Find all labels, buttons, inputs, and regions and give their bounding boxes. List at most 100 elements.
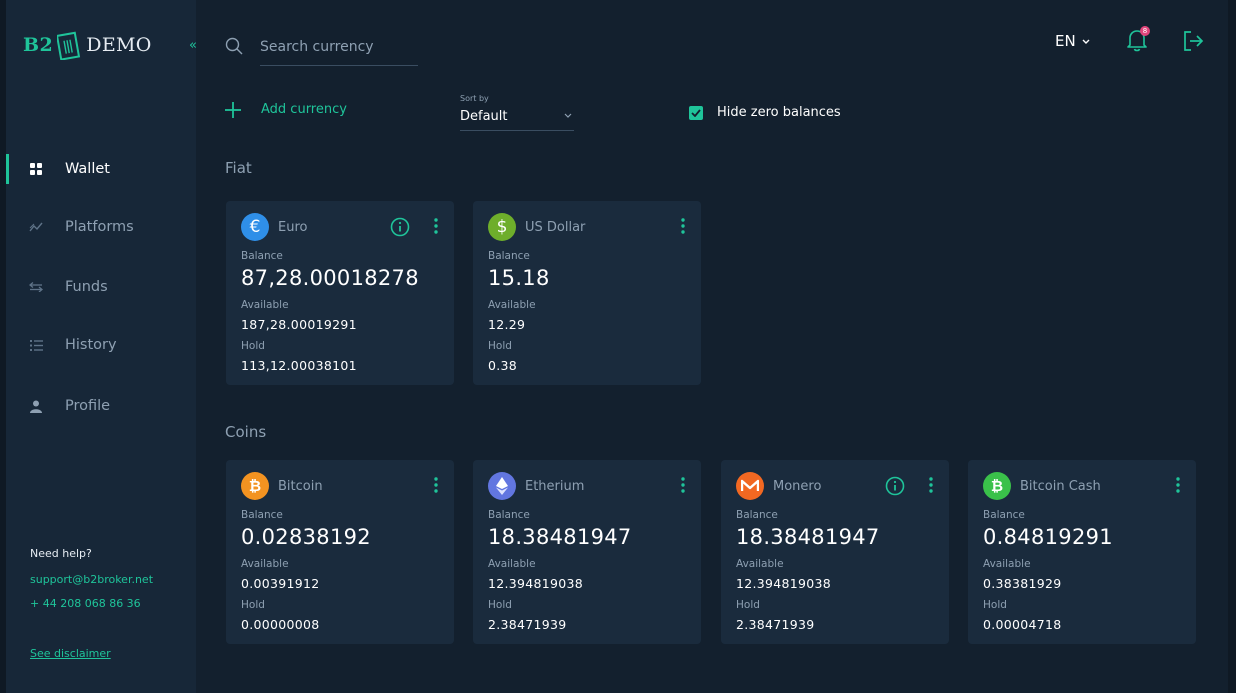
transfer-icon	[28, 279, 44, 295]
balance-value: 0.84819291	[983, 525, 1113, 549]
hide-zero-balances-toggle[interactable]: Hide zero balances	[689, 105, 841, 120]
available-value: 12.29	[488, 317, 526, 332]
sidebar-item-history[interactable]: History	[6, 329, 196, 361]
ethereum-icon	[488, 472, 516, 500]
kebab-menu-icon[interactable]	[434, 477, 438, 493]
sidebar-item-wallet[interactable]: Wallet	[6, 153, 196, 185]
hold-label: Hold	[488, 599, 512, 611]
language-code: EN	[1055, 32, 1076, 50]
sort-value: Default	[460, 109, 508, 124]
available-label: Available	[983, 558, 1031, 570]
disclaimer-link[interactable]: See disclaimer	[30, 647, 111, 660]
currency-name: Bitcoin	[278, 479, 323, 494]
hold-value: 2.38471939	[736, 617, 815, 632]
balance-value: 18.38481947	[736, 525, 880, 549]
hide-zero-label: Hide zero balances	[717, 105, 841, 120]
logout-icon[interactable]	[1182, 30, 1204, 52]
dollar-icon: $	[488, 213, 516, 241]
help-title: Need help?	[30, 547, 92, 560]
euro-icon: €	[241, 213, 269, 241]
sidebar-item-platforms[interactable]: Platforms	[6, 211, 196, 243]
balance-value: 15.18	[488, 266, 550, 290]
currency-card-bitcoin-cash[interactable]: ₿ Bitcoin Cash Balance 0.84819291 Availa…	[968, 460, 1196, 644]
sidebar-item-funds[interactable]: Funds	[6, 271, 196, 303]
kebab-menu-icon[interactable]	[681, 218, 685, 234]
available-label: Available	[241, 299, 289, 311]
sidebar-item-profile[interactable]: Profile	[6, 390, 196, 422]
currency-name: Etherium	[525, 479, 585, 494]
sort-select[interactable]: Sort by Default	[460, 94, 574, 131]
sidebar-item-label: History	[65, 337, 117, 353]
window-edge	[1228, 0, 1236, 693]
language-selector[interactable]: EN	[1055, 32, 1090, 50]
hold-value: 0.38	[488, 358, 518, 373]
search-input[interactable]	[260, 35, 418, 59]
section-title-coins: Coins	[225, 423, 267, 441]
currency-card-monero[interactable]: Monero Balance 18.38481947 Available 12.…	[721, 460, 949, 644]
available-value: 0.00391912	[241, 576, 320, 591]
sidebar: B2 DEMO « Wallet Platforms Funds History	[6, 0, 197, 693]
available-value: 187,28.00019291	[241, 317, 357, 332]
available-label: Available	[241, 558, 289, 570]
currency-name: Monero	[773, 479, 822, 494]
sidebar-item-label: Funds	[65, 279, 108, 295]
kebab-menu-icon[interactable]	[929, 477, 933, 493]
logo-mark-icon	[57, 31, 81, 60]
hold-label: Hold	[736, 599, 760, 611]
chart-line-icon	[28, 219, 44, 235]
balance-label: Balance	[241, 509, 283, 521]
hold-label: Hold	[241, 599, 265, 611]
hide-zero-checkbox[interactable]	[689, 105, 703, 120]
currency-card-bitcoin[interactable]: ₿ Bitcoin Balance 0.02838192 Available 0…	[226, 460, 454, 644]
available-label: Available	[736, 558, 784, 570]
available-label: Available	[488, 558, 536, 570]
user-icon	[28, 398, 44, 414]
checkmark-icon	[691, 108, 701, 117]
balance-label: Balance	[488, 509, 530, 521]
available-value: 12.394819038	[736, 576, 832, 591]
info-icon[interactable]	[390, 217, 410, 237]
balance-label: Balance	[736, 509, 778, 521]
sort-label: Sort by	[460, 94, 489, 103]
info-icon[interactable]	[885, 476, 905, 496]
chevron-down-icon	[1082, 39, 1090, 44]
add-currency-label: Add currency	[261, 102, 347, 117]
hold-label: Hold	[983, 599, 1007, 611]
balance-value: 87,28.00018278	[241, 266, 419, 290]
currency-card-etherium[interactable]: Etherium Balance 18.38481947 Available 1…	[473, 460, 701, 644]
notification-badge: 8	[1140, 26, 1150, 36]
currency-card-euro[interactable]: € Euro Balance 87,28.00018278 Available …	[226, 201, 454, 385]
balance-label: Balance	[488, 250, 530, 262]
hold-label: Hold	[488, 340, 512, 352]
list-icon	[28, 337, 44, 353]
kebab-menu-icon[interactable]	[681, 477, 685, 493]
hold-value: 0.00004718	[983, 617, 1062, 632]
sidebar-item-label: Profile	[65, 398, 111, 414]
search-field[interactable]	[260, 35, 418, 66]
support-phone-link[interactable]: + 44 208 068 86 36	[30, 597, 141, 610]
hold-value: 2.38471939	[488, 617, 567, 632]
bitcoin-icon: ₿	[241, 472, 269, 500]
kebab-menu-icon[interactable]	[1176, 477, 1180, 493]
available-value: 0.38381929	[983, 576, 1062, 591]
hold-value: 0.00000008	[241, 617, 320, 632]
section-title-fiat: Fiat	[225, 159, 252, 177]
support-email-link[interactable]: support@b2broker.net	[30, 573, 153, 586]
currency-name: Bitcoin Cash	[1020, 479, 1101, 494]
active-indicator	[6, 154, 9, 184]
collapse-sidebar-icon[interactable]: «	[189, 38, 197, 53]
add-currency-button[interactable]: Add currency	[224, 101, 347, 119]
currency-card-us-dollar[interactable]: $ US Dollar Balance 15.18 Available 12.2…	[473, 201, 701, 385]
balance-value: 0.02838192	[241, 525, 371, 549]
hold-label: Hold	[241, 340, 265, 352]
sidebar-item-label: Platforms	[65, 219, 134, 235]
sidebar-item-label: Wallet	[65, 161, 110, 177]
hold-value: 113,12.00038101	[241, 358, 357, 373]
grid-icon	[28, 161, 44, 177]
balance-label: Balance	[983, 509, 1025, 521]
logo-demo: DEMO	[86, 34, 152, 56]
kebab-menu-icon[interactable]	[434, 218, 438, 234]
currency-name: Euro	[278, 220, 308, 235]
logo[interactable]: B2 DEMO	[23, 30, 152, 60]
search-icon[interactable]	[225, 37, 243, 55]
